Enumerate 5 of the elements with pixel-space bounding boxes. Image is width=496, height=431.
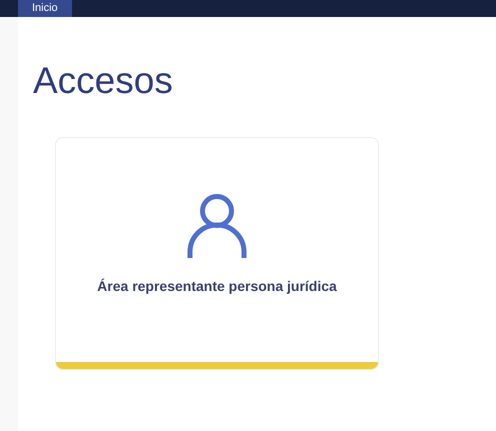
card-label: Área representante persona jurídica [97, 277, 337, 296]
user-icon [187, 194, 247, 258]
access-card[interactable]: Área representante persona jurídica [55, 137, 379, 370]
page-title: Accesos [33, 59, 173, 103]
home-tab[interactable]: Inicio [18, 0, 72, 17]
